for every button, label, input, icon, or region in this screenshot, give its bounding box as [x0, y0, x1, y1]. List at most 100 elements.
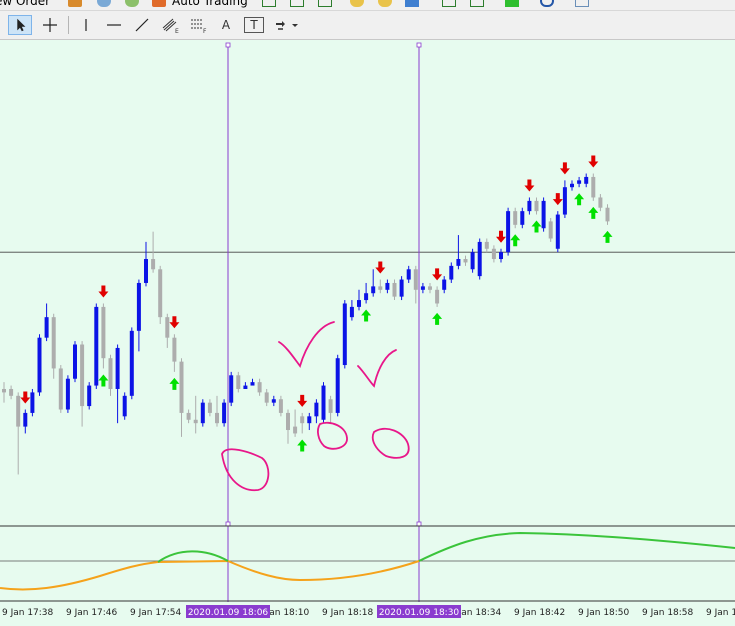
- candle-body: [406, 269, 411, 280]
- candle-body: [293, 426, 298, 434]
- candle-body: [598, 197, 603, 208]
- candle: [58, 365, 63, 413]
- candle: [73, 341, 77, 383]
- vertical-line-handle: [416, 42, 422, 48]
- time-axis-label: 9 Jan 18:58: [642, 608, 694, 618]
- auto-trading-icon[interactable]: [152, 0, 166, 7]
- templates-icon[interactable]: [575, 0, 589, 7]
- auto-trading-button[interactable]: Auto Trading: [172, 0, 248, 8]
- candle-body: [435, 289, 440, 304]
- candle-body: [179, 361, 184, 413]
- price-chart[interactable]: 9 Jan 17:38 9 Jan 17:46 9 Jan 17:54 9 Jan 1…: [0, 40, 735, 626]
- candle-body: [236, 375, 241, 389]
- candle-body: [58, 368, 63, 410]
- indicators-icon[interactable]: [505, 0, 519, 7]
- candle-body: [229, 375, 234, 403]
- candle-body: [463, 259, 468, 263]
- candle-body: [278, 399, 283, 413]
- candle-body: [385, 282, 390, 290]
- line-chart-icon[interactable]: [318, 0, 332, 7]
- signals-icon[interactable]: [125, 0, 139, 7]
- candle-body: [349, 306, 354, 318]
- candle-body: [562, 187, 567, 215]
- candle-body: [37, 337, 42, 393]
- highlighted-time-label: 2020.01.09 18:06: [188, 608, 269, 618]
- trendline-button[interactable]: [130, 15, 154, 35]
- candle-body: [314, 402, 319, 417]
- top-toolbar: New Order Auto Trading: [0, 0, 735, 11]
- vertical-line-handle: [225, 521, 231, 527]
- chart-shift-icon[interactable]: [442, 0, 456, 7]
- candle-body: [222, 402, 227, 424]
- candle: [65, 375, 70, 413]
- candle: [37, 334, 42, 396]
- candle-body: [271, 399, 276, 403]
- candle: [122, 392, 127, 420]
- candle: [158, 265, 163, 324]
- candle-body: [378, 286, 383, 290]
- candle-body: [87, 385, 92, 407]
- zoom-in-icon[interactable]: [350, 0, 364, 7]
- candle-body: [172, 337, 177, 362]
- horizontal-line-icon: [107, 24, 121, 26]
- fibonacci-button[interactable]: F: [186, 15, 210, 35]
- toolbar-separator: [68, 16, 69, 34]
- time-axis-label: 9 Jan 18:42: [514, 608, 565, 618]
- cursor-button[interactable]: [8, 15, 32, 35]
- candle-body: [321, 385, 326, 420]
- candle: [342, 300, 347, 369]
- cloud-icon[interactable]: [97, 0, 111, 7]
- candle-body: [101, 306, 106, 359]
- equidistant-channel-button[interactable]: E: [158, 15, 182, 35]
- candle-body: [420, 286, 425, 290]
- candlestick-chart-icon[interactable]: [290, 0, 304, 7]
- autoscroll-icon[interactable]: [470, 0, 484, 7]
- candle-body: [193, 419, 198, 424]
- candle-body: [286, 412, 290, 431]
- chart-canvas[interactable]: 9 Jan 17:38 9 Jan 17:46 9 Jan 17:54 9 Jan 1…: [0, 40, 735, 626]
- market-watch-icon[interactable]: [68, 0, 82, 7]
- candle-body: [513, 211, 518, 225]
- highlighted-time-label: 2020.01.09 18:30: [379, 608, 460, 618]
- candle-body: [392, 282, 397, 297]
- candle-body: [413, 269, 418, 290]
- candle-body: [300, 416, 305, 424]
- periodicity-icon[interactable]: [540, 0, 554, 7]
- candle-body: [186, 412, 191, 420]
- candle-body: [23, 412, 28, 427]
- new-order-button[interactable]: New Order: [0, 0, 50, 8]
- arrows-dropdown-button[interactable]: [270, 15, 302, 35]
- candle-body: [2, 388, 6, 393]
- candle-body: [541, 200, 546, 229]
- tile-windows-icon[interactable]: [405, 0, 419, 7]
- candle-body: [605, 207, 610, 222]
- zoom-out-icon[interactable]: [378, 0, 392, 7]
- candle-body: [456, 259, 461, 266]
- text-button[interactable]: A: [214, 15, 238, 35]
- crosshair-button[interactable]: [38, 15, 62, 35]
- candle-body: [428, 286, 432, 290]
- text-icon: A: [221, 18, 231, 32]
- vertical-line-button[interactable]: [74, 15, 98, 35]
- candle-body: [399, 279, 404, 297]
- candle-body: [129, 330, 134, 396]
- drawing-toolbar: E F A T: [0, 11, 735, 40]
- text-label-icon: T: [242, 15, 266, 35]
- candle-body: [165, 317, 170, 338]
- candle-body: [484, 241, 489, 249]
- candle-body: [65, 378, 70, 410]
- bar-chart-icon[interactable]: [262, 0, 276, 7]
- candle: [541, 197, 546, 232]
- candle-body: [94, 306, 99, 386]
- candle-body: [215, 412, 219, 424]
- horizontal-line-button[interactable]: [102, 15, 126, 35]
- time-axis-label: 9 Jan 17:54: [130, 608, 182, 618]
- candle-body: [207, 402, 212, 413]
- candle-body: [144, 259, 148, 283]
- candle: [94, 303, 99, 389]
- text-label-button[interactable]: T: [242, 15, 266, 35]
- candle: [555, 211, 560, 253]
- candle-body: [51, 317, 56, 369]
- candle-body: [151, 259, 156, 270]
- candle-body: [307, 416, 312, 424]
